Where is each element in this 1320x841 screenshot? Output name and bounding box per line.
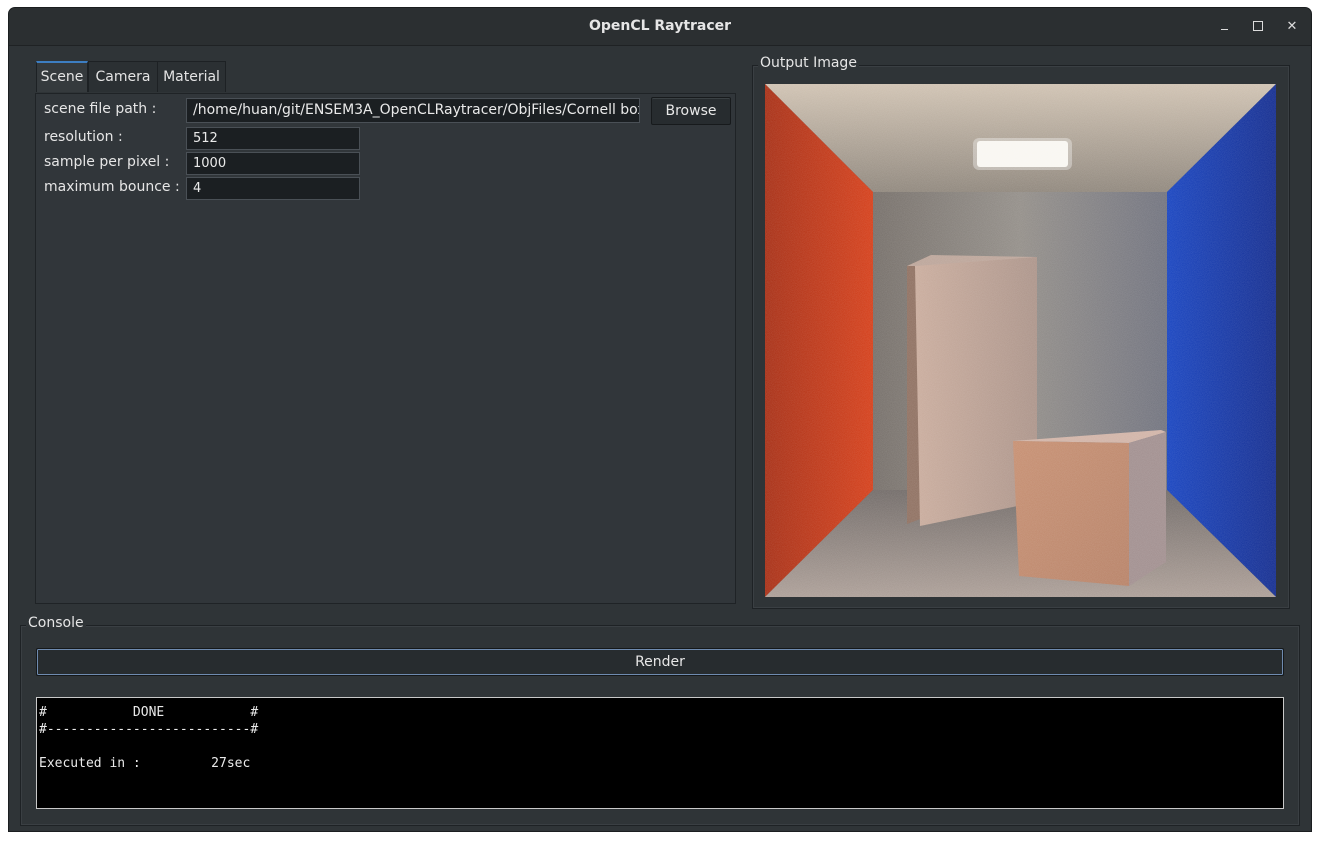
close-icon[interactable]: ✕ [1282, 17, 1302, 37]
tab-camera[interactable]: Camera [88, 61, 158, 92]
resolution-field[interactable]: 512 [186, 127, 360, 150]
console-line: #--------------------------# [39, 722, 259, 737]
render-output-image [765, 84, 1276, 597]
console-title: Console [26, 615, 86, 631]
tab-material[interactable]: Material [157, 61, 226, 92]
window-title: OpenCL Raytracer [588, 18, 732, 34]
output-image-title: Output Image [758, 55, 859, 71]
sample-per-pixel-label: sample per pixel : [44, 154, 170, 170]
maximize-icon[interactable] [1248, 17, 1268, 37]
sample-per-pixel-field[interactable]: 1000 [186, 152, 360, 175]
maximum-bounce-field[interactable]: 4 [186, 177, 360, 200]
title-bar[interactable]: OpenCL Raytracer ✕ [9, 8, 1311, 46]
console-output[interactable]: # DONE # #--------------------------# Ex… [36, 697, 1284, 809]
console-line: # DONE # [39, 705, 259, 720]
tab-scene[interactable]: Scene [36, 61, 88, 92]
minimize-icon[interactable] [1214, 17, 1234, 37]
resolution-label: resolution : [44, 129, 123, 145]
browse-button[interactable]: Browse [651, 97, 731, 125]
maximum-bounce-label: maximum bounce : [44, 179, 180, 195]
cornell-box-render [765, 84, 1276, 597]
console-line: Executed in : 27sec [39, 756, 251, 771]
render-button[interactable]: Render [36, 648, 1284, 676]
scene-tab-panel: scene file path : /home/huan/git/ENSEM3A… [35, 93, 736, 604]
scene-file-path-label: scene file path : [44, 101, 157, 117]
scene-file-path-field[interactable]: /home/huan/git/ENSEM3A_OpenCLRaytracer/O… [186, 98, 640, 123]
app-window: OpenCL Raytracer ✕ Scene Camera Material… [9, 8, 1311, 831]
